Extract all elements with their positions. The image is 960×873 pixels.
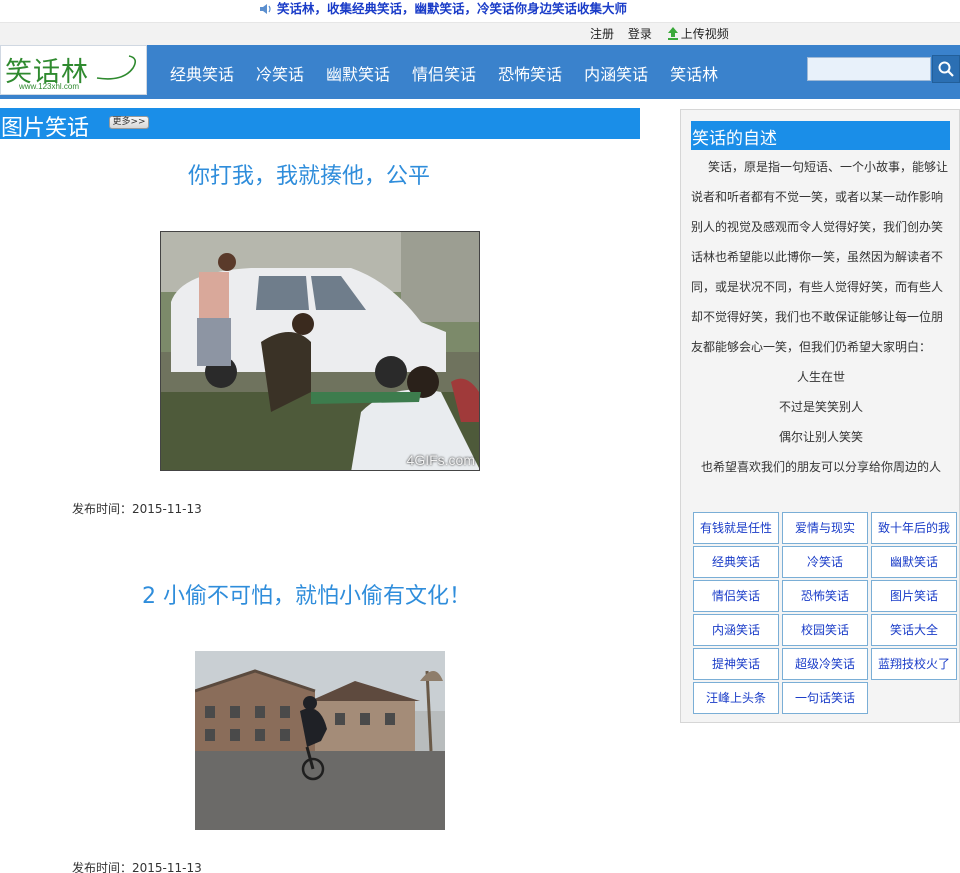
- tag-link[interactable]: 图片笑话: [871, 580, 957, 612]
- register-link[interactable]: 注册: [590, 27, 614, 41]
- post-image[interactable]: 4GIFs.com: [160, 231, 480, 471]
- section-title: 图片笑话: [1, 116, 90, 141]
- tag-link[interactable]: 幽默笑话: [871, 546, 957, 578]
- top-slogan-bar: 笑话林，收集经典笑话，幽默笑话，冷笑话你身边笑话收集大师: [0, 0, 960, 22]
- sidebar-line: 人生在世: [796, 370, 845, 384]
- logo-swirl-icon: [96, 55, 137, 80]
- speaker-icon: [259, 2, 273, 14]
- site-slogan: 笑话林，收集经典笑话，幽默笑话，冷笑话你身边笑话收集大师: [259, 0, 627, 18]
- post-title[interactable]: 2 小偷不可怕，就怕小偷有文化！: [142, 578, 471, 610]
- search-icon: [938, 61, 954, 77]
- post-image[interactable]: [195, 651, 445, 830]
- sidebar-title: 笑话的自述: [692, 129, 777, 149]
- nav-menu: 经典笑话 冷笑话 幽默笑话 情侣笑话 恐怖笑话 内涵笑话 笑话林: [170, 61, 740, 85]
- site-logo[interactable]: 笑话林 www.123xhl.com: [0, 45, 147, 95]
- gif-illustration: [161, 232, 479, 470]
- nav-item[interactable]: 恐怖笑话: [498, 61, 562, 85]
- sidebar-intro: 笑话，原是指一句短语、一个小故事，能够让说者和听者都有不觉一笑，或者以某一动作影…: [691, 152, 951, 362]
- image-watermark: 4GIFs.com: [406, 452, 475, 468]
- sidebar-line: 不过是笑笑别人: [778, 400, 863, 414]
- nav-item[interactable]: 冷笑话: [256, 61, 304, 85]
- tag-link[interactable]: 恐怖笑话: [782, 580, 868, 612]
- section-header: 图片笑话 更多>>: [0, 108, 640, 141]
- gif-illustration: [195, 651, 445, 830]
- sidebar-poem: 人生在世不过是笑笑别人 偶尔让别人笑笑也希望喜欢我们的朋友可以分享给你周边的人: [691, 362, 951, 482]
- tag-link[interactable]: 有钱就是任性: [693, 512, 779, 544]
- tag-link[interactable]: 提神笑话: [693, 648, 779, 680]
- search-button[interactable]: [932, 55, 960, 83]
- tag-link[interactable]: 致十年后的我: [871, 512, 957, 544]
- nav-item[interactable]: 笑话林: [670, 61, 718, 85]
- tag-link[interactable]: 情侣笑话: [693, 580, 779, 612]
- user-bar: 注册 登录 上传视频: [0, 22, 960, 45]
- nav-item[interactable]: 情侣笑话: [412, 61, 476, 85]
- tag-link[interactable]: 校园笑话: [782, 614, 868, 646]
- search-box: [807, 55, 960, 83]
- tag-link[interactable]: 一句话笑话: [782, 682, 868, 714]
- tag-link[interactable]: 超级冷笑话: [782, 648, 868, 680]
- sidebar: 笑话的自述 笑话，原是指一句短语、一个小故事，能够让说者和听者都有不觉一笑，或者…: [680, 109, 960, 723]
- tag-link[interactable]: 爱情与现实: [782, 512, 868, 544]
- publish-date: 发布时间：2015-11-13: [72, 861, 202, 873]
- tag-link[interactable]: 冷笑话: [782, 546, 868, 578]
- search-input[interactable]: [807, 57, 931, 81]
- sidebar-paragraph: 笑话，原是指一句短语、一个小故事，能够让说者和听者都有不觉一笑，或者以某一动作影…: [691, 160, 949, 354]
- login-link[interactable]: 登录: [628, 27, 652, 41]
- post-title[interactable]: 你打我，我就揍他，公平: [188, 158, 430, 190]
- upload-video-label: 上传视频: [680, 27, 729, 41]
- upload-icon: [666, 26, 680, 40]
- nav-item[interactable]: 经典笑话: [170, 61, 234, 85]
- publish-date: 发布时间：2015-11-13: [72, 502, 202, 516]
- main-navbar: 笑话林 www.123xhl.com 经典笑话 冷笑话 幽默笑话 情侣笑话 恐怖笑话 内涵…: [0, 45, 960, 99]
- sidebar-line: 偶尔让别人笑笑: [778, 430, 863, 444]
- slogan-text: 笑话林，收集经典笑话，幽默笑话，冷笑话你身边笑话收集大师: [277, 1, 628, 16]
- nav-item[interactable]: 内涵笑话: [584, 61, 648, 85]
- tag-link[interactable]: 内涵笑话: [693, 614, 779, 646]
- tag-link[interactable]: 汪峰上头条: [693, 682, 779, 714]
- tag-link[interactable]: 蓝翔技校火了: [871, 648, 957, 680]
- nav-item[interactable]: 幽默笑话: [326, 61, 390, 85]
- logo-url: www.123xhl.com: [19, 82, 80, 91]
- tag-link[interactable]: 笑话大全: [871, 614, 957, 646]
- upload-video-link[interactable]: 上传视频: [666, 27, 729, 41]
- sidebar-line: 也希望喜欢我们的朋友可以分享给你周边的人: [700, 460, 941, 474]
- more-button[interactable]: 更多>>: [109, 116, 149, 129]
- sidebar-header: 笑话的自述: [691, 121, 950, 150]
- tag-link[interactable]: 经典笑话: [693, 546, 779, 578]
